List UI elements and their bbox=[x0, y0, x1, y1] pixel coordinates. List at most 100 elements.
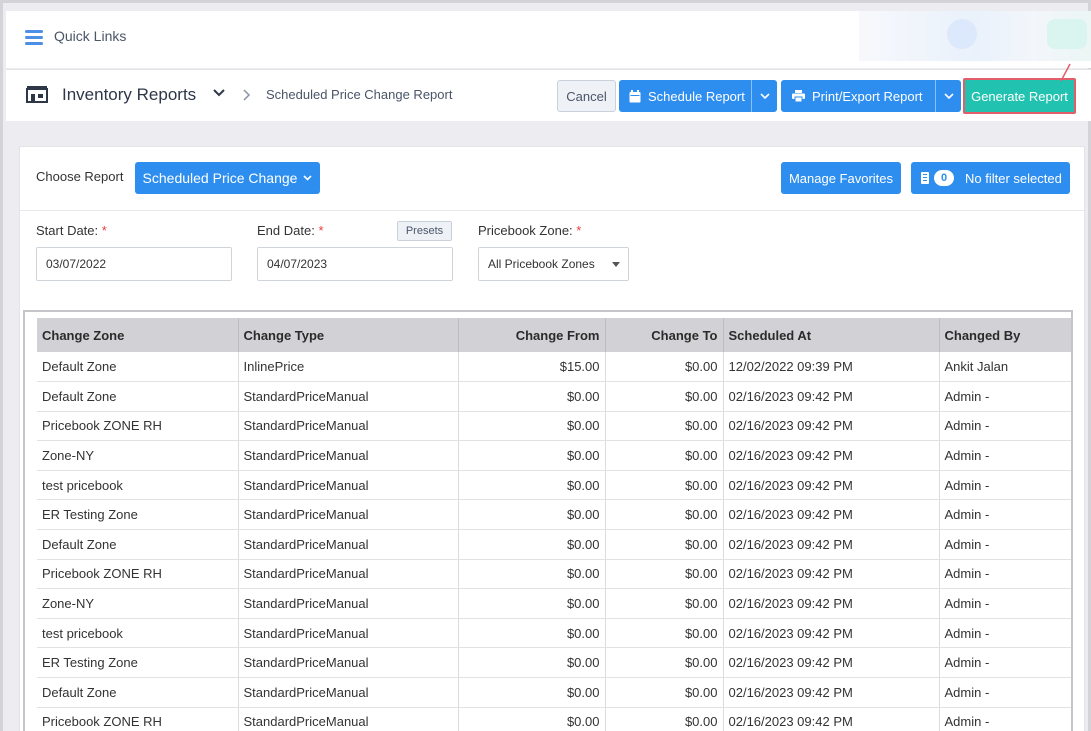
table-cell: Admin - bbox=[939, 707, 1071, 731]
table-cell: 02/16/2023 09:42 PM bbox=[723, 618, 940, 649]
table-row[interactable]: Default Zone StandardPriceManual $0.00 $0.0… bbox=[37, 381, 1071, 412]
table-cell: StandardPriceManual bbox=[238, 440, 459, 471]
pricebook-zone-select[interactable]: All Pricebook Zones bbox=[478, 247, 629, 281]
chevron-down-icon bbox=[759, 92, 770, 99]
table-cell: StandardPriceManual bbox=[238, 588, 459, 619]
start-date-input[interactable]: 03/07/2022 bbox=[36, 247, 232, 281]
print-dropdown-toggle[interactable] bbox=[935, 80, 961, 112]
app-frame: Quick Links Inventory Reports Scheduled … bbox=[0, 0, 1091, 731]
table-row[interactable]: Pricebook ZONE RH StandardPriceManual $0.0… bbox=[37, 707, 1071, 731]
table-cell: $0.00 bbox=[605, 381, 724, 412]
table-cell: test pricebook bbox=[37, 618, 239, 649]
start-date-value: 03/07/2022 bbox=[46, 257, 107, 271]
table-cell: $0.00 bbox=[605, 470, 724, 501]
table-cell: $0.00 bbox=[605, 677, 724, 708]
table-cell: $0.00 bbox=[458, 381, 606, 412]
schedule-dropdown-toggle[interactable] bbox=[751, 80, 777, 112]
column-header[interactable]: Change To bbox=[605, 318, 724, 352]
table-cell: $0.00 bbox=[605, 618, 724, 649]
table-row[interactable]: Zone-NY StandardPriceManual $0.00 $0.00 02/1… bbox=[37, 440, 1071, 471]
manage-favorites-label: Manage Favorites bbox=[788, 170, 894, 186]
table-cell: StandardPriceManual bbox=[238, 529, 459, 560]
table-cell: $0.00 bbox=[458, 440, 606, 471]
table-row[interactable]: ER Testing Zone StandardPriceManual $0.00 $… bbox=[37, 499, 1071, 531]
table-cell: StandardPriceManual bbox=[238, 381, 459, 412]
required-mark: * bbox=[101, 223, 107, 238]
chevron-down-icon bbox=[303, 175, 313, 181]
table-cell: $15.00 bbox=[458, 352, 606, 383]
table-cell: $0.00 bbox=[605, 529, 724, 560]
table-row[interactable]: Pricebook ZONE RH StandardPriceManual $0.0… bbox=[37, 411, 1071, 442]
pricebook-zone-value: All Pricebook Zones bbox=[488, 257, 595, 271]
schedule-report-label: Schedule Report bbox=[648, 88, 745, 104]
table-cell: 02/16/2023 09:42 PM bbox=[723, 499, 940, 531]
manage-favorites-button[interactable]: Manage Favorites bbox=[781, 162, 901, 194]
table-cell: 02/16/2023 09:42 PM bbox=[723, 440, 940, 471]
table-row[interactable]: test pricebook StandardPriceManual $0.00 $0… bbox=[37, 618, 1071, 649]
annotation-pen-mark bbox=[1060, 63, 1071, 82]
generate-report-label: Generate Report bbox=[971, 88, 1068, 104]
start-date-label: Start Date: * bbox=[36, 223, 107, 238]
column-header[interactable]: Change Zone bbox=[37, 318, 239, 352]
end-date-input[interactable]: 04/07/2023 bbox=[257, 247, 453, 281]
table-cell: Admin - bbox=[939, 499, 1071, 531]
table-cell: Pricebook ZONE RH bbox=[37, 559, 239, 590]
table-row[interactable]: ER Testing Zone StandardPriceManual $0.00 $… bbox=[37, 647, 1071, 679]
chevron-down-icon bbox=[943, 92, 954, 99]
table-cell: Zone-NY bbox=[37, 588, 239, 619]
table-cell: StandardPriceManual bbox=[238, 707, 459, 731]
caret-down-icon bbox=[612, 262, 620, 267]
report-select-button[interactable]: Scheduled Price Change bbox=[135, 162, 320, 194]
schedule-report-button[interactable]: Schedule Report bbox=[619, 80, 777, 112]
report-table-container[interactable]: Change Zone Change Type Change From Chan… bbox=[23, 310, 1073, 731]
presets-button[interactable]: Presets bbox=[397, 221, 452, 241]
column-header[interactable]: Scheduled At bbox=[723, 318, 940, 352]
filter-count-badge: 0 bbox=[934, 170, 954, 186]
chevron-down-icon[interactable] bbox=[213, 88, 225, 98]
table-cell: StandardPriceManual bbox=[238, 411, 459, 442]
calendar-icon bbox=[629, 89, 641, 103]
column-header[interactable]: Change From bbox=[458, 318, 606, 352]
table-row[interactable]: Pricebook ZONE RH StandardPriceManual $0.0… bbox=[37, 559, 1071, 590]
generate-report-button[interactable]: Generate Report bbox=[963, 78, 1076, 114]
required-mark: * bbox=[318, 223, 324, 238]
quick-links-label[interactable]: Quick Links bbox=[54, 28, 126, 44]
table-cell: 02/16/2023 09:42 PM bbox=[723, 411, 940, 442]
divider bbox=[20, 210, 1086, 211]
filter-button[interactable]: 0 No filter selected bbox=[911, 162, 1070, 194]
table-cell: Admin - bbox=[939, 411, 1071, 442]
table-cell: $0.00 bbox=[605, 499, 724, 531]
table-cell: $0.00 bbox=[605, 707, 724, 731]
table-cell: Admin - bbox=[939, 470, 1071, 501]
table-cell: StandardPriceManual bbox=[238, 559, 459, 590]
table-cell: $0.00 bbox=[605, 559, 724, 590]
table-row[interactable]: Default Zone StandardPriceManual $0.00 $0.0… bbox=[37, 677, 1071, 708]
page-title[interactable]: Inventory Reports bbox=[62, 85, 196, 105]
table-cell: 02/16/2023 09:42 PM bbox=[723, 707, 940, 731]
table-cell: $0.00 bbox=[605, 352, 724, 383]
column-header[interactable]: Change Type bbox=[238, 318, 459, 352]
table-row[interactable]: Default Zone InlinePrice $15.00 $0.00 12/02/… bbox=[37, 352, 1071, 383]
table-cell: Admin - bbox=[939, 381, 1071, 412]
table-cell: Default Zone bbox=[37, 677, 239, 708]
table-row[interactable]: Zone-NY StandardPriceManual $0.00 $0.00 02/1… bbox=[37, 588, 1071, 619]
choose-report-label: Choose Report bbox=[36, 169, 124, 184]
table-row[interactable]: Default Zone StandardPriceManual $0.00 $0.0… bbox=[37, 529, 1071, 560]
quick-links-bar: Quick Links bbox=[6, 11, 1091, 68]
table-body: Default Zone InlinePrice $15.00 $0.00 12/02/… bbox=[37, 352, 1071, 731]
column-header[interactable]: Changed By bbox=[939, 318, 1071, 352]
cancel-button[interactable]: Cancel bbox=[557, 80, 616, 112]
table-cell: $0.00 bbox=[458, 411, 606, 442]
breadcrumb: Scheduled Price Change Report bbox=[266, 87, 453, 102]
report-select-label: Scheduled Price Change bbox=[142, 170, 298, 186]
table-cell: StandardPriceManual bbox=[238, 470, 459, 501]
table-row[interactable]: test pricebook StandardPriceManual $0.00 $0… bbox=[37, 470, 1071, 501]
pricebook-zone-label: Pricebook Zone: * bbox=[478, 223, 581, 238]
required-mark: * bbox=[576, 223, 582, 238]
table-cell: Default Zone bbox=[37, 352, 239, 383]
table-cell: Admin - bbox=[939, 677, 1071, 708]
report-card: Choose Report Scheduled Price Change Man… bbox=[19, 146, 1086, 731]
table-cell: Admin - bbox=[939, 559, 1071, 590]
print-export-button[interactable]: Print/Export Report bbox=[781, 80, 961, 112]
hamburger-menu-icon[interactable] bbox=[25, 30, 43, 45]
